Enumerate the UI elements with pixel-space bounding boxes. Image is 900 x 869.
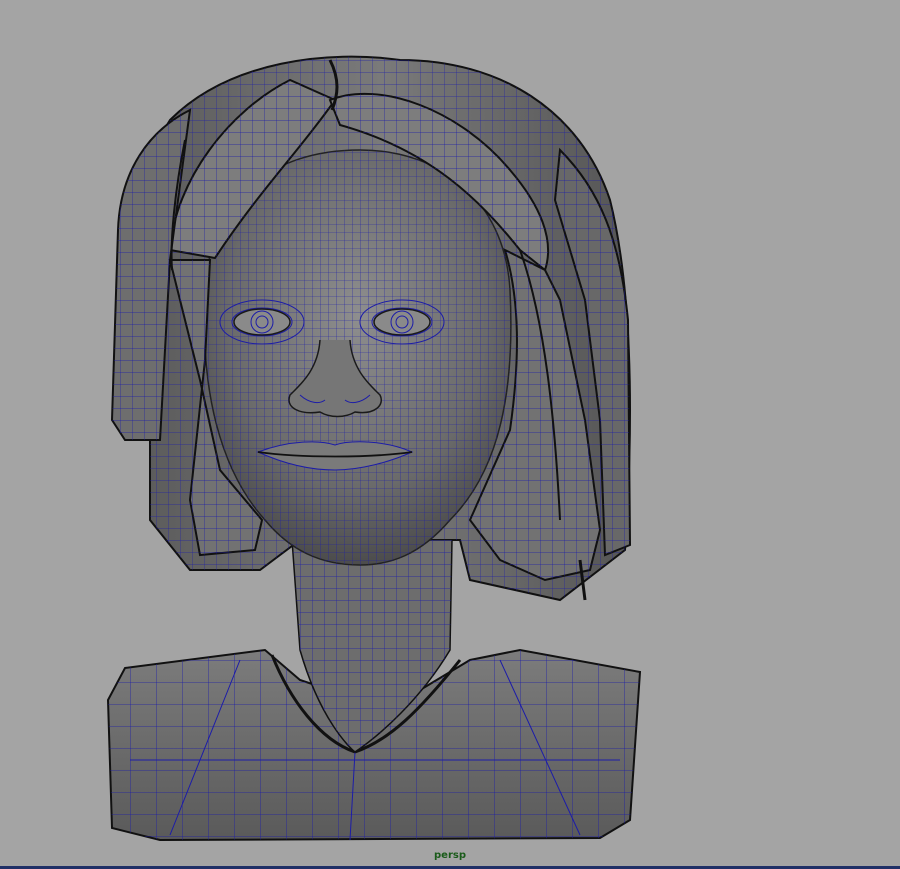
model-render[interactable] bbox=[0, 0, 900, 869]
camera-label: persp bbox=[434, 850, 466, 861]
maya-persp-viewport[interactable]: persp bbox=[0, 0, 900, 869]
left-eye bbox=[233, 308, 291, 336]
right-eye bbox=[373, 308, 431, 336]
